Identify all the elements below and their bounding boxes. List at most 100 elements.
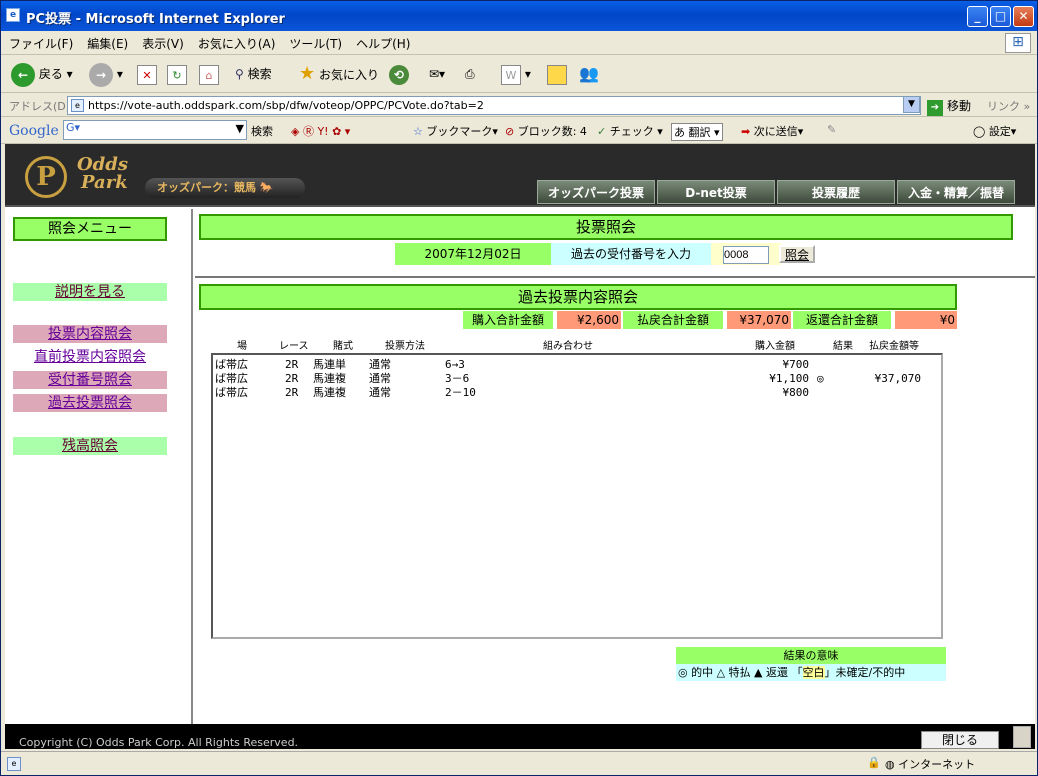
links-button[interactable]: リンク » bbox=[987, 98, 1030, 114]
inquiry-date: 2007年12月02日 bbox=[395, 243, 551, 265]
back-label: 戻る bbox=[38, 67, 63, 81]
page-content: P Odds Park オッズパーク：競馬 🐎 オッズパーク投票 D-net投票 … bbox=[5, 144, 1035, 749]
cell-venue: ば帯広 bbox=[215, 358, 248, 371]
nav-dnet-vote[interactable]: D-net投票 bbox=[657, 180, 775, 204]
cell-venue: ば帯広 bbox=[215, 372, 248, 385]
check-label: チェック bbox=[609, 125, 654, 138]
address-field[interactable]: e https://vote-auth.oddspark.com/sbp/dfw/… bbox=[67, 96, 921, 115]
menu-help[interactable]: ヘルプ(H) bbox=[348, 31, 416, 52]
menu-vote-content[interactable]: 投票内容照会 bbox=[13, 325, 167, 343]
table-row[interactable]: ば帯広 2R 馬連複 通常 3－6 ¥1,100 ◎ ¥37,070 bbox=[213, 372, 941, 386]
menu-view[interactable]: 表示(V) bbox=[134, 31, 190, 52]
nav-deposit[interactable]: 入金・精算／振替 bbox=[897, 180, 1015, 204]
favorites-label: お気に入り bbox=[318, 68, 379, 82]
mail-icon: ✉▾ bbox=[429, 67, 446, 81]
stop-button[interactable]: ✕ bbox=[137, 62, 157, 86]
refresh-button[interactable]: ↻ bbox=[167, 62, 187, 86]
col-venue: 場 bbox=[237, 341, 247, 352]
close-button[interactable]: ✕ bbox=[1013, 6, 1034, 27]
menu-balance[interactable]: 残高照会 bbox=[13, 437, 167, 455]
send-button[interactable]: ➡ 次に送信▾ bbox=[741, 123, 803, 139]
col-payout: 払戻金額等 bbox=[869, 341, 919, 352]
block-icon: ⊘ bbox=[505, 125, 515, 138]
forward-button[interactable]: → ▾ bbox=[89, 62, 123, 87]
receipt-number-input[interactable] bbox=[723, 246, 769, 264]
table-row[interactable]: ば帯広 2R 馬連単 通常 6→3 ¥700 bbox=[213, 358, 941, 372]
status-page-icon: e bbox=[7, 757, 21, 771]
minimize-button[interactable]: _ bbox=[967, 6, 988, 27]
back-button[interactable]: ← 戻る ▾ bbox=[11, 62, 73, 87]
scrollbar[interactable] bbox=[1013, 726, 1031, 748]
nav-vote-history[interactable]: 投票履歴 bbox=[777, 180, 895, 204]
send-icon: ➡ bbox=[741, 125, 751, 138]
favorites-button[interactable]: ★ お気に入り bbox=[299, 62, 379, 86]
bookmark-star-icon: ☆ bbox=[413, 125, 423, 138]
menu-recent-vote[interactable]: 直前投票内容照会 bbox=[13, 348, 167, 366]
send-label: 次に送信▾ bbox=[753, 125, 804, 138]
menu-past-vote[interactable]: 過去投票照会 bbox=[13, 394, 167, 412]
history-button[interactable]: ⟲ bbox=[389, 62, 409, 86]
address-dropdown-icon[interactable]: ▼ bbox=[903, 96, 920, 113]
menu-tools[interactable]: ツール(T) bbox=[281, 31, 348, 52]
address-bar: アドレス(D) e https://vote-auth.oddspark.com/… bbox=[1, 93, 1037, 117]
page-footer: Copyright (C) Odds Park Corp. All Rights… bbox=[5, 724, 1035, 749]
vote-list[interactable]: ば帯広 2R 馬連単 通常 6→3 ¥700 ば帯広 2R 馬連複 通常 3－6… bbox=[211, 353, 943, 639]
legend-text-b: 」未確定/不的中 bbox=[824, 666, 906, 679]
col-bet-type: 賭式 bbox=[333, 341, 353, 352]
bookmarks-button[interactable]: ☆ ブックマーク▾ bbox=[413, 123, 498, 139]
menu-title: 照会メニュー bbox=[13, 217, 167, 241]
page-icon: e bbox=[71, 99, 84, 112]
spellcheck-button[interactable]: ✓ チェック ▾ bbox=[597, 123, 663, 139]
cell-amount: ¥800 bbox=[782, 386, 810, 399]
nav-oddspark-vote[interactable]: オッズパーク投票 bbox=[537, 180, 655, 204]
col-method: 投票方法 bbox=[385, 341, 425, 352]
horse-icon: 🐎 bbox=[259, 181, 274, 194]
search-button[interactable]: ⚲ 検索 bbox=[235, 62, 272, 86]
print-button[interactable]: ⎙ bbox=[465, 62, 475, 86]
main-panel: 投票照会 2007年12月02日 過去の受付番号を入力 照会 過去投票内容照会 … bbox=[195, 209, 1035, 749]
settings-button[interactable]: ◯ 設定▾ bbox=[973, 123, 1016, 139]
google-dropdown-icon[interactable]: ▼ bbox=[236, 122, 244, 135]
inquiry-button[interactable]: 照会 bbox=[779, 245, 815, 263]
popup-blocker[interactable]: ⊘ ブロック数: 4 bbox=[505, 123, 587, 139]
word-button[interactable]: W ▾ bbox=[501, 62, 531, 86]
google-search-button[interactable]: 検索 bbox=[251, 123, 273, 139]
search-label: 検索 bbox=[247, 67, 272, 81]
table-header: 場 レース 賭式 投票方法 組み合わせ 購入金額 結果 払戻金額等 bbox=[195, 337, 1035, 352]
result-legend: 結果の意味 ◎ 的中 △ 特払 ▲ 返還 「空白」未確定/不的中 bbox=[676, 647, 946, 681]
menu-file[interactable]: ファイル(F) bbox=[1, 31, 79, 52]
menu-edit[interactable]: 編集(E) bbox=[79, 31, 134, 52]
translate-button[interactable]: あ 翻訳 ▾ bbox=[671, 123, 723, 141]
oddspark-logo[interactable]: P Odds Park オッズパーク：競馬 🐎 bbox=[25, 156, 315, 202]
refund-total-label: 返還合計金額 bbox=[793, 311, 891, 329]
messenger-icon: 👥 bbox=[579, 64, 599, 83]
divider bbox=[195, 276, 1035, 278]
home-button[interactable]: ⌂ bbox=[199, 62, 219, 86]
lock-icon: 🔒 bbox=[867, 756, 881, 769]
pencil-icon[interactable]: ✎ bbox=[827, 123, 836, 136]
cell-race: 2R bbox=[285, 386, 299, 399]
cell-venue: ば帯広 bbox=[215, 386, 248, 399]
messenger-button[interactable]: 👥 bbox=[579, 62, 599, 86]
internet-zone: ◍ インターネット bbox=[885, 756, 975, 772]
notes-button[interactable] bbox=[547, 62, 567, 86]
google-search-input[interactable]: G▾ ▼ bbox=[63, 120, 247, 140]
table-row[interactable]: ば帯広 2R 馬連複 通常 2－10 ¥800 bbox=[213, 386, 941, 400]
site-banner: P Odds Park オッズパーク：競馬 🐎 オッズパーク投票 D-net投票 … bbox=[5, 144, 1035, 207]
google-logo: Google bbox=[9, 123, 59, 139]
menu-favorites[interactable]: お気に入り(A) bbox=[190, 31, 282, 52]
page-close-button[interactable]: 閉じる bbox=[921, 731, 999, 749]
browser-window: e PC投票 - Microsoft Internet Explorer _ □… bbox=[0, 0, 1038, 776]
windows-logo-icon: ⊞ bbox=[1005, 33, 1031, 53]
history-icon: ⟲ bbox=[389, 64, 409, 85]
help-link[interactable]: 説明を見る bbox=[13, 283, 167, 301]
purchase-total-value: ¥2,600 bbox=[557, 311, 621, 329]
go-button[interactable]: ➔ 移動 bbox=[927, 97, 971, 116]
go-arrow-icon: ➔ bbox=[927, 100, 943, 116]
maximize-button[interactable]: □ bbox=[990, 6, 1011, 27]
window-title: PC投票 - Microsoft Internet Explorer bbox=[26, 12, 285, 27]
mail-button[interactable]: ✉▾ bbox=[429, 62, 445, 86]
google-g-icon: G▾ bbox=[66, 121, 81, 134]
left-menu: 照会メニュー 説明を見る 投票内容照会 直前投票内容照会 受付番号照会 過去投票… bbox=[5, 209, 193, 749]
menu-receipt-number[interactable]: 受付番号照会 bbox=[13, 371, 167, 389]
